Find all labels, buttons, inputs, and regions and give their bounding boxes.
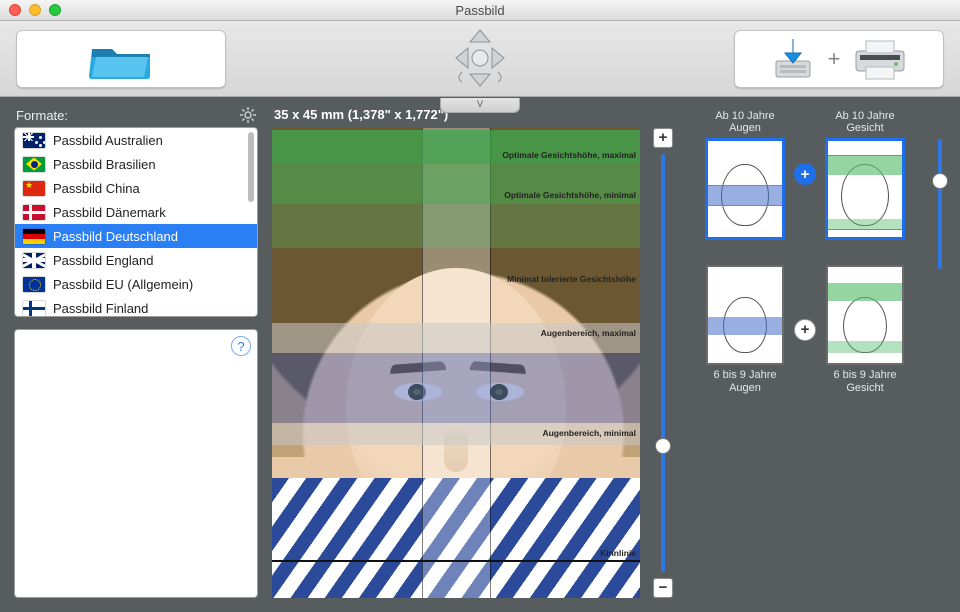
zoom-track[interactable]: [661, 154, 665, 572]
template-label: 6 bis 9 JahreAugen: [714, 369, 777, 394]
template-slider-knob[interactable]: [932, 173, 948, 189]
minimize-button[interactable]: [29, 4, 41, 16]
template-adult-face[interactable]: [826, 139, 904, 239]
nav-arrows-icon: [440, 28, 520, 88]
adjust-position-button[interactable]: [425, 27, 535, 89]
printer-icon: [852, 37, 908, 81]
template-label: Ab 10 JahreAugen: [715, 109, 774, 135]
list-item[interactable]: Passbild Dänemark: [15, 200, 257, 224]
combine-button[interactable]: +: [794, 319, 816, 341]
app-window: Passbild: [0, 0, 960, 612]
flag-icon: [23, 205, 45, 220]
scrollbar-thumb[interactable]: [248, 132, 254, 202]
template-slider[interactable]: [932, 139, 948, 269]
list-item[interactable]: Passbild Brasilien: [15, 152, 257, 176]
zoom-slider: + −: [652, 128, 674, 598]
zoom-out-button[interactable]: −: [653, 578, 673, 598]
gear-icon[interactable]: [240, 107, 256, 123]
formats-scrollbar[interactable]: [247, 130, 255, 314]
close-button[interactable]: [9, 4, 21, 16]
flag-icon: [23, 301, 45, 316]
list-item[interactable]: Passbild Finland: [15, 296, 257, 317]
right-column: Ab 10 JahreAugen + Ab 10 JahreGesicht: [702, 107, 946, 598]
plus-label: +: [828, 46, 841, 72]
list-item[interactable]: Passbild EU (Allgemein): [15, 272, 257, 296]
save-and-print-button[interactable]: +: [734, 30, 944, 88]
template-child-face[interactable]: [826, 265, 904, 365]
list-item-label: Passbild England: [53, 253, 153, 268]
list-item-label: Passbild China: [53, 181, 140, 196]
photo-area: Optimale Gesichtshöhe, maximal Optimale …: [272, 128, 688, 598]
toolbar: V +: [0, 21, 960, 97]
zoom-in-button[interactable]: +: [653, 128, 673, 148]
center-column: 35 x 45 mm (1,378" x 1,772") Optimale Ge…: [272, 107, 688, 598]
formats-header: Formate:: [14, 107, 258, 127]
template-label: Ab 10 JahreGesicht: [835, 109, 894, 135]
guide-label: Optimale Gesichtshöhe, minimal: [504, 190, 636, 200]
fullscreen-button[interactable]: [49, 4, 61, 16]
formats-title: Formate:: [16, 108, 68, 123]
guide-label: Kinnlinie: [600, 548, 636, 558]
template-label: 6 bis 9 JahreGesicht: [834, 369, 897, 394]
passport-photo[interactable]: Optimale Gesichtshöhe, maximal Optimale …: [272, 128, 640, 598]
template-adult-eyes[interactable]: [706, 139, 784, 239]
list-item-label: Passbild EU (Allgemein): [53, 277, 193, 292]
list-item-label: Passbild Finland: [53, 301, 148, 316]
save-icon: [770, 37, 816, 81]
flag-icon: [23, 133, 45, 148]
window-controls: [9, 4, 61, 16]
left-column: Formate: Passbild Australien Passbild Br…: [14, 107, 258, 598]
flag-icon: [23, 229, 45, 244]
guide-label: Augenbereich, maximal: [541, 328, 636, 338]
guide-eye-zone: [272, 353, 640, 423]
flag-icon: [23, 157, 45, 172]
list-item[interactable]: Passbild China: [15, 176, 257, 200]
main-area: Formate: Passbild Australien Passbild Br…: [0, 97, 960, 612]
titlebar: Passbild: [0, 0, 960, 21]
list-item-label: Passbild Deutschland: [53, 229, 178, 244]
flag-icon: [23, 253, 45, 268]
list-item[interactable]: Passbild Australien: [15, 128, 257, 152]
flag-icon: [23, 181, 45, 196]
guide-chin-line: [272, 560, 640, 562]
open-folder-button[interactable]: [16, 30, 226, 88]
guide-face-tol: [272, 204, 640, 248]
window-title: Passbild: [0, 3, 960, 18]
template-pair-adult: Ab 10 JahreAugen + Ab 10 JahreGesicht: [702, 109, 946, 239]
help-button[interactable]: ?: [231, 336, 251, 356]
guide-label: Optimale Gesichtshöhe, maximal: [502, 150, 636, 160]
folder-icon: [86, 37, 156, 81]
guide-label: Minimal tolerierte Gesichtshöhe: [507, 274, 636, 284]
list-item-label: Passbild Brasilien: [53, 157, 156, 172]
combine-button[interactable]: +: [794, 163, 816, 185]
guide-label: Augenbereich, minimal: [542, 428, 636, 438]
zoom-knob[interactable]: [655, 438, 671, 454]
list-item-label: Passbild Australien: [53, 133, 163, 148]
template-child-eyes[interactable]: [706, 265, 784, 365]
output-preview-panel: ?: [14, 329, 258, 598]
list-item-label: Passbild Dänemark: [53, 205, 166, 220]
formats-list[interactable]: Passbild Australien Passbild Brasilien P…: [14, 127, 258, 317]
list-item[interactable]: Passbild Deutschland: [15, 224, 257, 248]
list-item[interactable]: Passbild England: [15, 248, 257, 272]
flag-icon: [23, 277, 45, 292]
expand-toolbar-tab[interactable]: V: [440, 98, 520, 113]
template-pair-child: 6 bis 9 JahreAugen + 6 bis 9 JahreGesich…: [702, 265, 946, 394]
